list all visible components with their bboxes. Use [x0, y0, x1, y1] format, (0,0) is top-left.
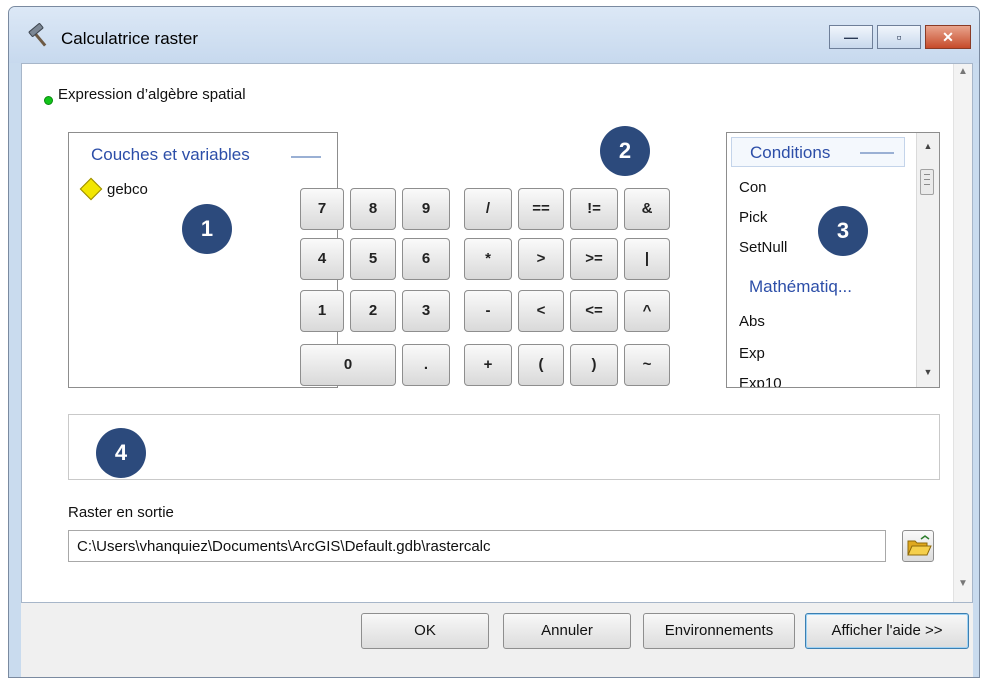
key-decimal[interactable]: .	[402, 344, 450, 386]
math-header: Mathématiq...	[749, 277, 852, 296]
map-algebra-expression-input[interactable]	[68, 414, 940, 480]
key-close-paren[interactable]: )	[570, 344, 618, 386]
environments-button[interactable]: Environnements	[643, 613, 795, 649]
layers-header: Couches et variables	[91, 145, 250, 164]
output-raster-label: Raster en sortie	[68, 504, 174, 521]
scroll-up-arrow-icon[interactable]: ▲	[917, 141, 939, 151]
function-item-setnull[interactable]: SetNull	[739, 239, 787, 256]
key-4[interactable]: 4	[300, 238, 344, 280]
callout-4: 4	[96, 428, 146, 478]
minimize-button[interactable]: —	[829, 25, 873, 49]
maximize-icon: ▫	[896, 29, 902, 45]
expression-label: Expression d’algèbre spatial	[58, 86, 246, 103]
window-title: Calculatrice raster	[61, 29, 198, 48]
function-item-con[interactable]: Con	[739, 179, 767, 196]
key-minus[interactable]: -	[464, 290, 512, 332]
scroll-down-arrow-icon[interactable]: ▼	[954, 578, 972, 598]
key-8[interactable]: 8	[350, 188, 396, 230]
function-item-exp10[interactable]: Exp10	[739, 375, 782, 387]
functions-list[interactable]: Conditions Con Pick SetNull Mathématiq..…	[726, 132, 940, 388]
key-not-equal[interactable]: !=	[570, 188, 618, 230]
key-3[interactable]: 3	[402, 290, 450, 332]
key-less-equal[interactable]: <=	[570, 290, 618, 332]
key-plus[interactable]: +	[464, 344, 512, 386]
minimize-icon: —	[844, 29, 858, 45]
scroll-up-arrow-icon[interactable]: ▲	[954, 66, 972, 86]
cancel-button[interactable]: Annuler	[503, 613, 631, 649]
functions-scrollbar[interactable]: ▲ ▼	[916, 133, 939, 387]
hammer-icon	[28, 23, 47, 47]
key-xor[interactable]: ^	[624, 290, 670, 332]
key-and[interactable]: &	[624, 188, 670, 230]
title-bar[interactable]: Calculatrice raster — ▫ ✕	[9, 7, 979, 63]
key-equal[interactable]: ==	[518, 188, 564, 230]
function-item-exp[interactable]: Exp	[739, 345, 765, 362]
layer-item-gebco[interactable]: gebco	[79, 177, 148, 201]
key-9[interactable]: 9	[402, 188, 450, 230]
conditions-header: Conditions	[731, 137, 905, 167]
output-raster-input[interactable]	[68, 530, 886, 562]
scroll-thumb[interactable]	[920, 169, 934, 195]
callout-1: 1	[182, 204, 232, 254]
key-less[interactable]: <	[518, 290, 564, 332]
key-or[interactable]: |	[624, 238, 670, 280]
layers-variables-list[interactable]: Couches et variables gebco	[68, 132, 338, 388]
function-item-pick[interactable]: Pick	[739, 209, 767, 226]
dialog-scrollbar[interactable]: ▲ ▼	[953, 64, 972, 602]
key-greater-equal[interactable]: >=	[570, 238, 618, 280]
key-not[interactable]: ~	[624, 344, 670, 386]
key-6[interactable]: 6	[402, 238, 450, 280]
key-multiply[interactable]: *	[464, 238, 512, 280]
green-dot-icon	[44, 96, 53, 105]
browse-button[interactable]	[902, 530, 934, 562]
key-7[interactable]: 7	[300, 188, 344, 230]
key-5[interactable]: 5	[350, 238, 396, 280]
header-divider	[291, 156, 321, 158]
raster-calculator-window: Calculatrice raster — ▫ ✕ ▲ ▼ Expression…	[8, 6, 980, 678]
key-open-paren[interactable]: (	[518, 344, 564, 386]
scroll-down-arrow-icon[interactable]: ▼	[917, 367, 939, 377]
key-greater[interactable]: >	[518, 238, 564, 280]
function-item-abs[interactable]: Abs	[739, 313, 765, 330]
header-divider	[860, 152, 894, 154]
dialog-body: ▲ ▼ Expression d’algèbre spatial Couches…	[21, 63, 973, 603]
open-folder-icon	[907, 535, 932, 556]
callout-2: 2	[600, 126, 650, 176]
key-divide[interactable]: /	[464, 188, 512, 230]
callout-3: 3	[818, 206, 868, 256]
layer-label: gebco	[107, 180, 148, 198]
key-1[interactable]: 1	[300, 290, 344, 332]
maximize-button[interactable]: ▫	[877, 25, 921, 49]
close-button[interactable]: ✕	[925, 25, 971, 49]
show-help-button[interactable]: Afficher l'aide >>	[805, 613, 969, 649]
conditions-header-label: Conditions	[750, 143, 831, 162]
ok-button[interactable]: OK	[361, 613, 489, 649]
key-0[interactable]: 0	[300, 344, 396, 386]
key-2[interactable]: 2	[350, 290, 396, 332]
close-icon: ✕	[942, 29, 954, 45]
raster-layer-icon	[79, 177, 103, 201]
